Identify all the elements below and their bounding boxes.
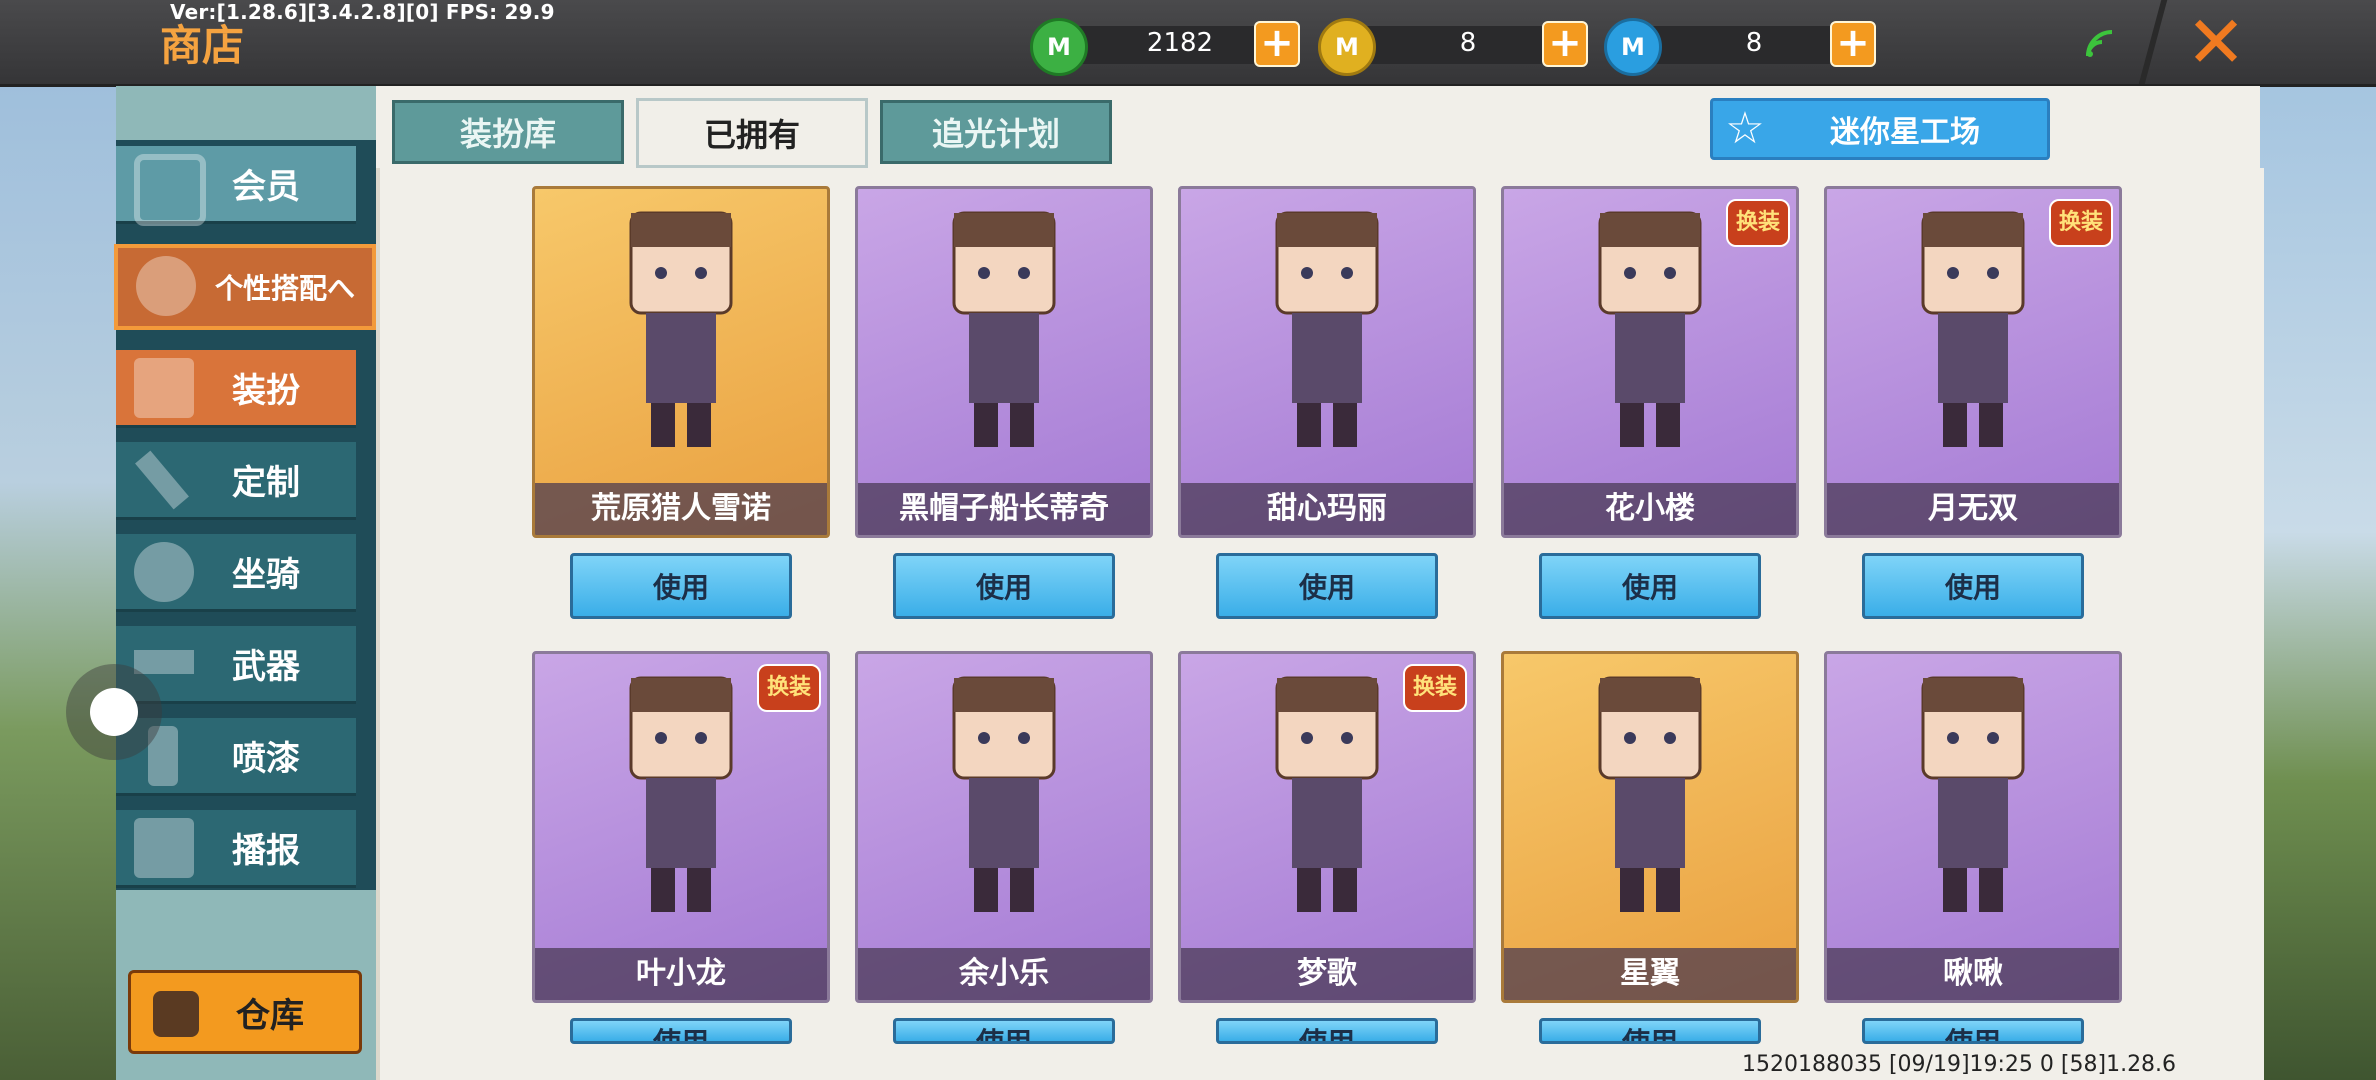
use-button[interactable]: 使用 [1539, 1018, 1761, 1044]
sidebar-item-label: 播报 [232, 831, 300, 871]
chest-icon [153, 991, 199, 1037]
sidebar-item-label: 个性搭配へ [214, 272, 355, 305]
character-figure-icon [1921, 676, 2025, 912]
tab-outfit-library[interactable]: 装扮库 [392, 100, 624, 164]
outfit-card[interactable]: 换装花小楼 [1501, 186, 1799, 538]
outfit-name: 星翼 [1504, 948, 1796, 1000]
sidebar-item-custom-outfit[interactable]: 个性搭配へ [114, 244, 376, 330]
footer-info-text: 1520188035 [09/19]19:25 0 [58]1.28.6 [1742, 1052, 2177, 1077]
sidebar-item-label: 会员 [232, 167, 300, 207]
outfit-card[interactable]: 余小乐 [855, 651, 1153, 1003]
outfit-name: 荒原猎人雪诺 [535, 483, 827, 535]
sidebar-item-label: 装扮 [232, 371, 300, 411]
tab-chase-light-plan[interactable]: 追光计划 [880, 100, 1112, 164]
mini-star-workshop-button[interactable]: ☆ 迷你星工场 [1710, 98, 2050, 160]
shirt-icon [134, 358, 194, 418]
outfit-card[interactable]: 换装叶小龙 [532, 651, 830, 1003]
currency-value: 2182 [1146, 28, 1214, 58]
use-button[interactable]: 使用 [1216, 1018, 1438, 1044]
outfit-card[interactable]: 啾啾 [1824, 651, 2122, 1003]
character-figure-icon [1598, 676, 1702, 912]
gold-mini-coin-icon: M [1318, 18, 1376, 76]
use-button[interactable]: 使用 [1539, 553, 1761, 619]
close-button[interactable]: ✕ [2180, 6, 2252, 78]
top-bar: 商店 Ver:[1.28.6][3.4.2.8][0] FPS: 29.9 M … [0, 0, 2376, 87]
wifi-signal-icon [2086, 30, 2113, 57]
star-icon: ☆ [1725, 103, 1765, 154]
joystick-knob[interactable] [90, 688, 138, 736]
use-button[interactable]: 使用 [570, 553, 792, 619]
use-button[interactable]: 使用 [1862, 1018, 2084, 1044]
outfit-name: 余小乐 [858, 948, 1150, 1000]
swap-outfit-badge: 换装 [2049, 199, 2113, 247]
swap-outfit-badge: 换装 [1726, 199, 1790, 247]
character-figure-icon [629, 211, 733, 447]
character-figure-icon [629, 676, 733, 912]
outfit-card[interactable]: 换装月无双 [1824, 186, 2122, 538]
blue-mini-coin-icon: M [1604, 18, 1662, 76]
outfit-card[interactable]: 黑帽子船长蒂奇 [855, 186, 1153, 538]
sidebar-item-dress[interactable]: 装扮 [116, 350, 356, 428]
sidebar-item-broadcast[interactable]: 播报 [116, 810, 356, 888]
swap-outfit-badge: 换装 [1403, 664, 1467, 712]
sidebar-item-label: 武器 [232, 647, 300, 687]
use-button[interactable]: 使用 [1216, 553, 1438, 619]
pencil-icon [135, 450, 189, 510]
warehouse-label: 仓库 [236, 995, 304, 1036]
sidebar-item-label: 坐骑 [232, 555, 300, 595]
character-figure-icon [1921, 211, 2025, 447]
gun-icon [134, 650, 194, 674]
currency-value: 8 [1459, 28, 1477, 58]
character-figure-icon [1275, 676, 1379, 912]
use-button[interactable]: 使用 [893, 553, 1115, 619]
member-icon [134, 154, 206, 226]
add-gold-coin-button[interactable]: + [1542, 21, 1588, 67]
outfit-name: 月无双 [1827, 483, 2119, 535]
outfit-card[interactable]: 荒原猎人雪诺 [532, 186, 830, 538]
outfit-name: 梦歌 [1181, 948, 1473, 1000]
use-button[interactable]: 使用 [570, 1018, 792, 1044]
debug-version-text: Ver:[1.28.6][3.4.2.8][0] FPS: 29.9 [170, 0, 555, 24]
character-figure-icon [952, 211, 1056, 447]
character-figure-icon [1275, 211, 1379, 447]
trophy-icon [136, 256, 196, 316]
outfit-name: 甜心玛丽 [1181, 483, 1473, 535]
outfit-name: 叶小龙 [535, 948, 827, 1000]
character-figure-icon [952, 676, 1056, 912]
sidebar-item-customize[interactable]: 定制 [116, 442, 356, 520]
top-divider [2138, 0, 2168, 84]
use-button[interactable]: 使用 [1862, 553, 2084, 619]
mount-icon [134, 542, 194, 602]
warehouse-button[interactable]: 仓库 [128, 970, 362, 1054]
sidebar-item-mount[interactable]: 坐骑 [116, 534, 356, 612]
sidebar-item-member[interactable]: 会员 [116, 146, 356, 226]
workshop-label: 迷你星工场 [1830, 115, 1980, 150]
outfit-name: 黑帽子船长蒂奇 [858, 483, 1150, 535]
swap-outfit-badge: 换装 [757, 664, 821, 712]
sidebar-item-label: 定制 [232, 463, 300, 503]
character-figure-icon [1598, 211, 1702, 447]
outfit-card[interactable]: 换装梦歌 [1178, 651, 1476, 1003]
add-blue-coin-button[interactable]: + [1830, 21, 1876, 67]
floating-joystick[interactable] [66, 664, 162, 760]
outfit-card[interactable]: 星翼 [1501, 651, 1799, 1003]
currency-value: 8 [1745, 28, 1763, 58]
background-scenery-left [0, 84, 118, 1080]
tab-owned[interactable]: 已拥有 [636, 98, 868, 168]
add-green-coin-button[interactable]: + [1254, 21, 1300, 67]
use-button[interactable]: 使用 [893, 1018, 1115, 1044]
broadcast-box-icon [134, 818, 194, 878]
outfit-card[interactable]: 甜心玛丽 [1178, 186, 1476, 538]
sidebar-item-label: 喷漆 [232, 739, 300, 779]
green-mini-coin-icon: M [1030, 18, 1088, 76]
outfit-name: 啾啾 [1827, 948, 2119, 1000]
outfit-name: 花小楼 [1504, 483, 1796, 535]
